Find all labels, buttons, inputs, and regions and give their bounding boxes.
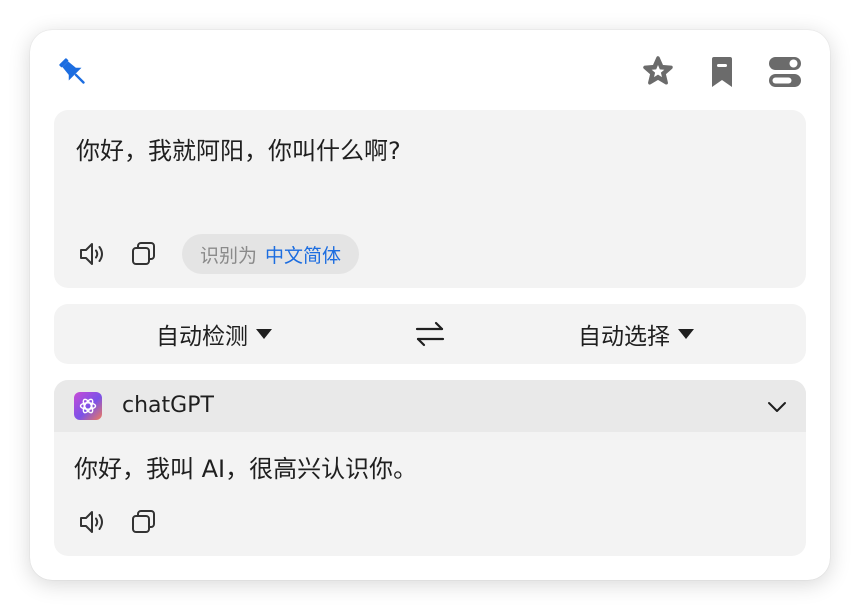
result-text[interactable]: 你好，我叫 AI，很高兴认识你。 — [74, 452, 417, 486]
toggle-icon[interactable] — [767, 54, 803, 90]
caret-down-icon — [678, 329, 694, 339]
pin-icon[interactable] — [55, 54, 91, 90]
source-language-select[interactable]: 自动检测 — [156, 304, 272, 364]
target-language-label: 自动选择 — [578, 324, 670, 350]
source-language-label: 自动检测 — [156, 324, 248, 350]
detected-language-label: 识别为 — [200, 244, 258, 267]
toolbar — [30, 30, 830, 110]
detected-language-link[interactable]: 中文简体 — [265, 241, 341, 268]
detected-language-pill: 识别为 中文简体 — [182, 234, 360, 274]
openai-logo-icon — [74, 392, 102, 420]
target-language-select[interactable]: 自动选择 — [578, 304, 694, 364]
engine-name: chatGPT — [122, 393, 214, 418]
source-panel: 你好，我就阿阳，你叫什么啊? 识别为 中文简体 — [54, 110, 806, 288]
result-header[interactable]: chatGPT — [54, 380, 806, 432]
translator-window: 你好，我就阿阳，你叫什么啊? 识别为 中文简体 自动检测 自动选择 chatGP… — [30, 30, 830, 580]
chevron-down-icon[interactable] — [766, 396, 788, 418]
language-bar: 自动检测 自动选择 — [54, 304, 806, 364]
result-panel: chatGPT 你好，我叫 AI，很高兴认识你。 — [54, 380, 806, 556]
source-text[interactable]: 你好，我就阿阳，你叫什么啊? — [76, 134, 401, 168]
speaker-icon[interactable] — [76, 506, 108, 538]
copy-icon[interactable] — [128, 506, 160, 538]
star-icon[interactable] — [640, 54, 676, 90]
bookmark-icon[interactable] — [704, 54, 740, 90]
swap-icon[interactable] — [412, 318, 448, 350]
caret-down-icon — [256, 329, 272, 339]
copy-icon[interactable] — [128, 238, 160, 270]
speaker-icon[interactable] — [76, 238, 108, 270]
